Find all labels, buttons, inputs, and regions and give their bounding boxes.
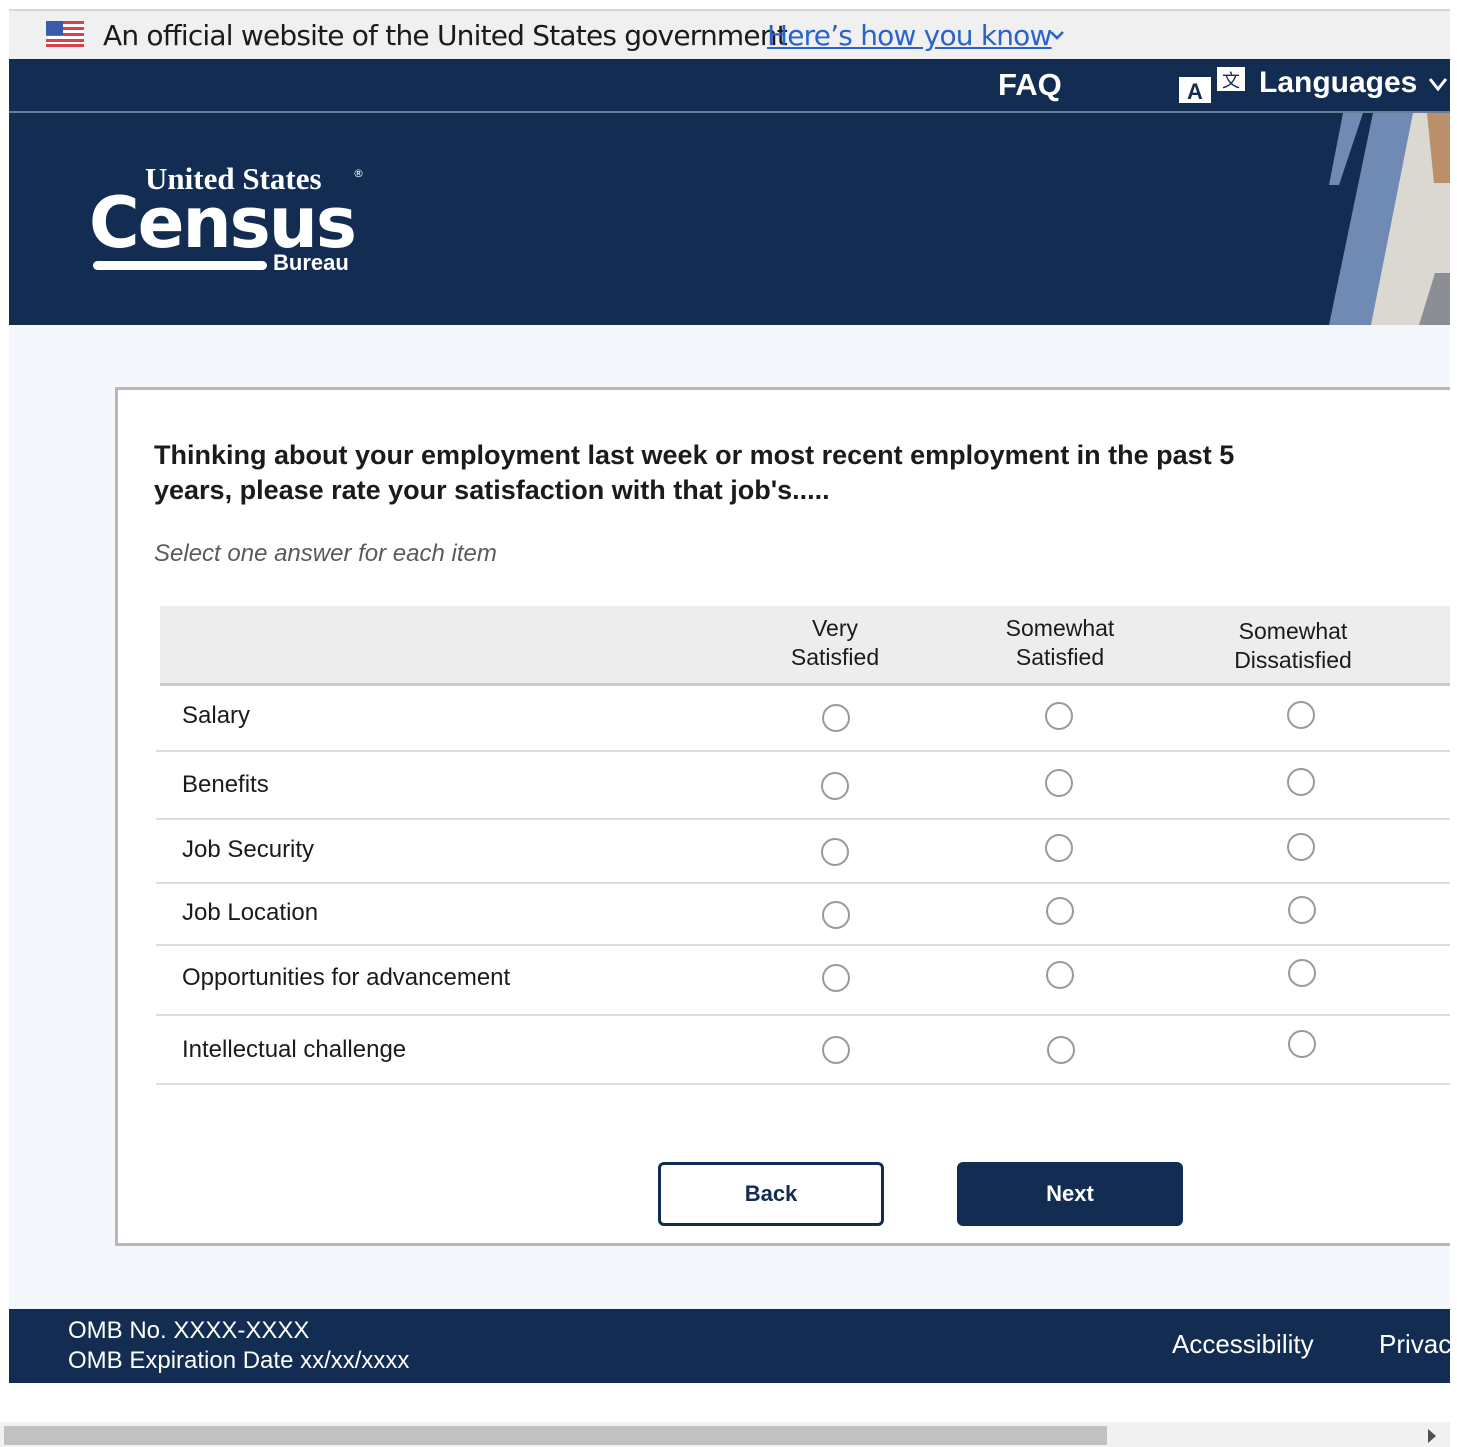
faq-link[interactable]: FAQ [998,67,1062,103]
chevron-down-icon[interactable] [1047,25,1067,45]
column-header-line: Satisfied [790,644,880,670]
radio-very-satisfied[interactable] [822,964,850,992]
site-header: United States ® Census Bureau [9,113,1450,325]
column-header-line: Dissatisfied [1234,647,1352,673]
column-header-line: Satisfied [1015,644,1105,670]
column-header-somewhat-satisfied: Somewhat Satisfied [950,614,1170,672]
scroll-right-arrow-icon[interactable] [1428,1429,1436,1443]
gov-banner-text: An official website of the United States… [103,19,788,52]
radio-somewhat-dissatisfied[interactable] [1287,768,1315,796]
radio-somewhat-satisfied[interactable] [1046,897,1074,925]
radio-somewhat-dissatisfied[interactable] [1288,1030,1316,1058]
chevron-down-icon[interactable] [1427,75,1449,93]
table-row: Job Security [156,820,1450,884]
accessibility-link[interactable]: Accessibility [1172,1329,1314,1360]
radio-somewhat-dissatisfied[interactable] [1288,896,1316,924]
row-label: Opportunities for advancement [182,964,511,991]
table-row: Opportunities for advancement [156,946,1450,1016]
instruction-text: Select one answer for each item [154,540,497,567]
column-header-very-satisfied: Very Satisfied [725,614,945,672]
column-header-line: Somewhat [1005,615,1115,641]
table-row: Job Location [156,884,1450,946]
languages-menu[interactable]: Languages [1259,66,1417,100]
logo-registered: ® [353,167,364,180]
radio-somewhat-satisfied[interactable] [1045,834,1073,862]
radio-somewhat-satisfied[interactable] [1046,961,1074,989]
row-label: Benefits [182,771,269,798]
radio-very-satisfied[interactable] [821,838,849,866]
survey-card: Thinking about your employment last week… [115,387,1450,1246]
radio-somewhat-dissatisfied[interactable] [1287,701,1315,729]
radio-somewhat-satisfied[interactable] [1047,1036,1075,1064]
row-label: Salary [182,702,251,729]
translate-icon-glyph: 文 [1222,71,1240,92]
table-row: Salary [156,686,1450,752]
row-label: Intellectual challenge [182,1036,407,1063]
table-row: Intellectual challenge [156,1016,1450,1085]
gov-banner: An official website of the United States… [9,9,1450,59]
omb-number: OMB No. XXXX-XXXX [68,1317,310,1344]
radio-somewhat-satisfied[interactable] [1045,769,1073,797]
back-button[interactable]: Back [658,1162,884,1226]
translate-icon[interactable]: A 文 [1177,65,1247,105]
column-header-somewhat-dissatisfied: Somewhat Dissatisfied [1183,617,1403,675]
row-label: Job Security [182,836,315,863]
site-footer: OMB No. XXXX-XXXX OMB Expiration Date xx… [9,1309,1450,1383]
column-header-line: Somewhat [1238,618,1348,644]
census-bureau-logo[interactable]: United States ® Census Bureau [89,161,379,277]
column-header-line: Very [811,615,859,641]
omb-expiration: OMB Expiration Date xx/xx/xxxx [68,1347,410,1374]
us-flag-icon [46,21,84,47]
radio-somewhat-dissatisfied[interactable] [1288,959,1316,987]
translate-icon-letter: A [1187,79,1203,104]
next-button[interactable]: Next [957,1162,1183,1226]
page: An official website of the United States… [9,9,1450,1383]
scrollbar-thumb[interactable] [4,1426,1107,1445]
radio-very-satisfied[interactable] [822,901,850,929]
radio-very-satisfied[interactable] [821,772,849,800]
heres-how-you-know-link[interactable]: Here’s how you know [767,19,1052,52]
radio-very-satisfied[interactable] [822,1036,850,1064]
logo-line3: Bureau [273,250,349,275]
row-label: Job Location [182,899,319,926]
radio-very-satisfied[interactable] [822,704,850,732]
question-text: Thinking about your employment last week… [154,440,1235,505]
table-row: Benefits [156,752,1450,820]
header-decoration [1329,113,1450,325]
radio-somewhat-satisfied[interactable] [1045,702,1073,730]
grid-header: Very Satisfied Somewhat Satisfied Somewh… [160,606,1450,686]
horizontal-scrollbar[interactable] [0,1422,1450,1447]
radio-somewhat-dissatisfied[interactable] [1287,833,1315,861]
top-nav: FAQ A 文 Languages [9,59,1450,113]
privacy-link[interactable]: Privacy [1379,1329,1450,1360]
